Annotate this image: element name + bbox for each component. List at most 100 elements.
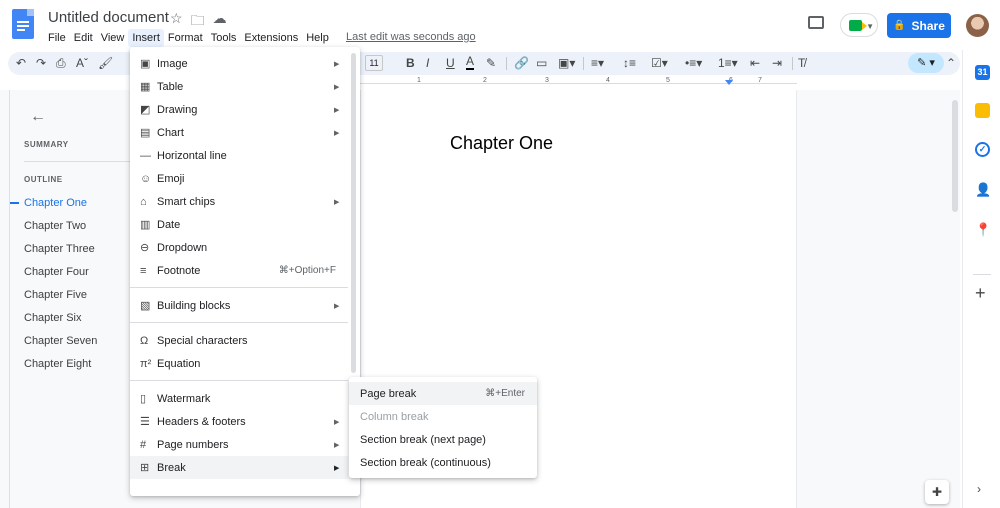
outline-item-chapter-five[interactable]: Chapter Five — [24, 287, 97, 310]
menu-view[interactable]: View — [97, 29, 129, 47]
outline-item-chapter-three[interactable]: Chapter Three — [24, 241, 97, 264]
document-title[interactable]: Untitled document — [48, 9, 169, 26]
menu-scrollbar[interactable] — [351, 53, 356, 373]
share-button[interactable]: 🔒 Share — [887, 13, 951, 38]
outline-item-chapter-eight[interactable]: Chapter Eight — [24, 356, 97, 379]
menu-item-special-characters[interactable]: Ω Special characters — [130, 329, 348, 352]
drawing-icon: ◩ — [140, 104, 151, 116]
menu-item-emoji[interactable]: ☺ Emoji — [130, 167, 348, 190]
editing-mode-button[interactable]: ✎ ▾ — [908, 53, 944, 73]
back-arrow-icon[interactable]: ← — [30, 108, 46, 126]
menu-item-label: Dropdown — [157, 241, 208, 254]
contacts-icon[interactable]: 👤 — [975, 182, 991, 197]
menu-item-date[interactable]: ▥ Date — [130, 213, 348, 236]
avatar[interactable] — [966, 14, 989, 37]
table-icon: ▦ — [140, 81, 151, 93]
font-size-input[interactable]: 11 — [365, 55, 383, 71]
submenu-arrow-icon: ▶ — [334, 129, 340, 137]
menu-item-section-break-next-page[interactable]: Section break (next page) — [349, 428, 537, 451]
keep-icon[interactable] — [975, 103, 990, 118]
menu-item-label: Headers & footers — [157, 415, 246, 428]
menu-tools[interactable]: Tools — [207, 29, 241, 47]
meet-camera-icon — [849, 20, 867, 31]
menu-item-label: Smart chips — [157, 195, 216, 208]
footnote-icon: ≡ — [140, 264, 147, 277]
menu-item-smart-chips[interactable]: ⌂ Smart chips ▶ — [130, 190, 348, 213]
menu-edit[interactable]: Edit — [70, 29, 97, 47]
text-color-icon[interactable]: A — [466, 55, 475, 70]
page-numbers-icon: # — [140, 438, 147, 451]
highlight-icon[interactable]: ✎ — [486, 55, 496, 71]
numbered-list-icon[interactable]: 1≡▾ — [718, 55, 738, 71]
tasks-icon[interactable]: ✓ — [975, 142, 990, 157]
ruler-number: 7 — [758, 77, 762, 84]
share-label: Share — [911, 18, 945, 33]
print-icon[interactable]: ⎙ — [56, 55, 66, 71]
spellcheck-icon[interactable]: Aˇ — [76, 55, 88, 71]
menu-item-chart[interactable]: ▤ Chart ▶ — [130, 121, 348, 144]
italic-icon[interactable]: I — [426, 55, 429, 71]
menu-item-page-break[interactable]: Page break ⌘+Enter — [349, 382, 537, 405]
outline-item-chapter-one[interactable]: Chapter One — [10, 195, 97, 218]
menu-item-drawing[interactable]: ◩ Drawing ▶ — [130, 98, 348, 121]
menu-item-image[interactable]: ▣ Image ▶ — [130, 52, 348, 75]
redo-icon[interactable]: ↷ — [36, 55, 46, 71]
bulleted-list-icon[interactable]: •≡▾ — [685, 55, 702, 71]
link-icon[interactable]: 🔗 — [514, 55, 529, 71]
document-scrollbar[interactable] — [952, 100, 958, 212]
docs-logo-icon[interactable] — [12, 9, 34, 39]
menu-item-page-numbers[interactable]: # Page numbers ▶ — [130, 433, 348, 456]
outline-item-chapter-two[interactable]: Chapter Two — [24, 218, 97, 241]
maps-icon[interactable]: 📍 — [975, 222, 991, 237]
calendar-icon[interactable]: 31 — [975, 65, 990, 80]
menu-item-watermark[interactable]: ▯ Watermark — [130, 387, 348, 410]
get-addons-icon[interactable]: + — [975, 283, 986, 304]
menu-format[interactable]: Format — [164, 29, 207, 47]
menu-item-headers-footers[interactable]: ☰ Headers & footers ▶ — [130, 410, 348, 433]
submenu-arrow-icon: ▶ — [334, 106, 340, 114]
paint-format-icon[interactable]: 🖌 — [98, 55, 113, 71]
meet-button[interactable]: ▼ — [840, 13, 878, 37]
menu-item-break[interactable]: ⊞ Break ▶ — [130, 456, 348, 479]
menu-item-section-break-continuous[interactable]: Section break (continuous) — [349, 451, 537, 474]
menu-item-table[interactable]: ▦ Table ▶ — [130, 75, 348, 98]
menu-item-horizontal-line[interactable]: — Horizontal line — [130, 144, 348, 167]
submenu-arrow-icon: ▶ — [334, 60, 340, 68]
right-indent-marker[interactable] — [725, 80, 733, 85]
checklist-icon[interactable]: ☑▾ — [651, 55, 668, 71]
insert-image-icon[interactable]: ▣▾ — [558, 55, 575, 71]
menu-item-label: Column break — [360, 410, 429, 423]
add-comment-icon[interactable]: ▭ — [536, 55, 547, 71]
decrease-indent-icon[interactable]: ⇤ — [750, 55, 760, 71]
undo-icon[interactable]: ↶ — [16, 55, 26, 71]
show-side-panel-icon[interactable]: › — [977, 482, 981, 496]
menu-item-label: Break — [157, 461, 186, 474]
last-edit-link[interactable]: Last edit was seconds ago — [346, 31, 476, 43]
menu-help[interactable]: Help — [302, 29, 333, 47]
menu-item-footnote[interactable]: ≡ Footnote ⌘+Option+F — [130, 259, 348, 282]
smart-chips-icon: ⌂ — [140, 195, 147, 208]
comment-history-icon[interactable] — [808, 16, 824, 29]
submenu-arrow-icon: ▶ — [334, 83, 340, 91]
outline-item-chapter-seven[interactable]: Chapter Seven — [24, 333, 97, 356]
menu-extensions[interactable]: Extensions — [240, 29, 302, 47]
insert-menu: ▣ Image ▶ ▦ Table ▶ ◩ Drawing ▶ ▤ Chart … — [130, 47, 360, 496]
explore-button[interactable]: ✚ — [925, 480, 949, 504]
menu-item-label: Equation — [157, 357, 201, 370]
menu-item-dropdown[interactable]: ⊖ Dropdown — [130, 236, 348, 259]
menu-item-equation[interactable]: π² Equation — [130, 352, 348, 375]
line-spacing-icon[interactable]: ↕≡ — [623, 55, 636, 71]
collapse-toolbar-icon[interactable]: ⌃ — [946, 55, 956, 71]
increase-indent-icon[interactable]: ⇥ — [772, 55, 782, 71]
clear-formatting-icon[interactable]: T̸ — [798, 55, 805, 71]
vertical-ruler — [0, 90, 10, 508]
outline-item-chapter-six[interactable]: Chapter Six — [24, 310, 97, 333]
menu-file[interactable]: File — [44, 29, 70, 47]
align-icon[interactable]: ≡▾ — [591, 55, 604, 71]
chapter-heading[interactable]: Chapter One — [450, 133, 553, 154]
menu-insert[interactable]: Insert — [128, 29, 164, 47]
menu-item-building-blocks[interactable]: ▧ Building blocks ▶ — [130, 294, 348, 317]
bold-icon[interactable]: B — [406, 55, 415, 71]
outline-item-chapter-four[interactable]: Chapter Four — [24, 264, 97, 287]
underline-icon[interactable]: U — [446, 55, 455, 71]
